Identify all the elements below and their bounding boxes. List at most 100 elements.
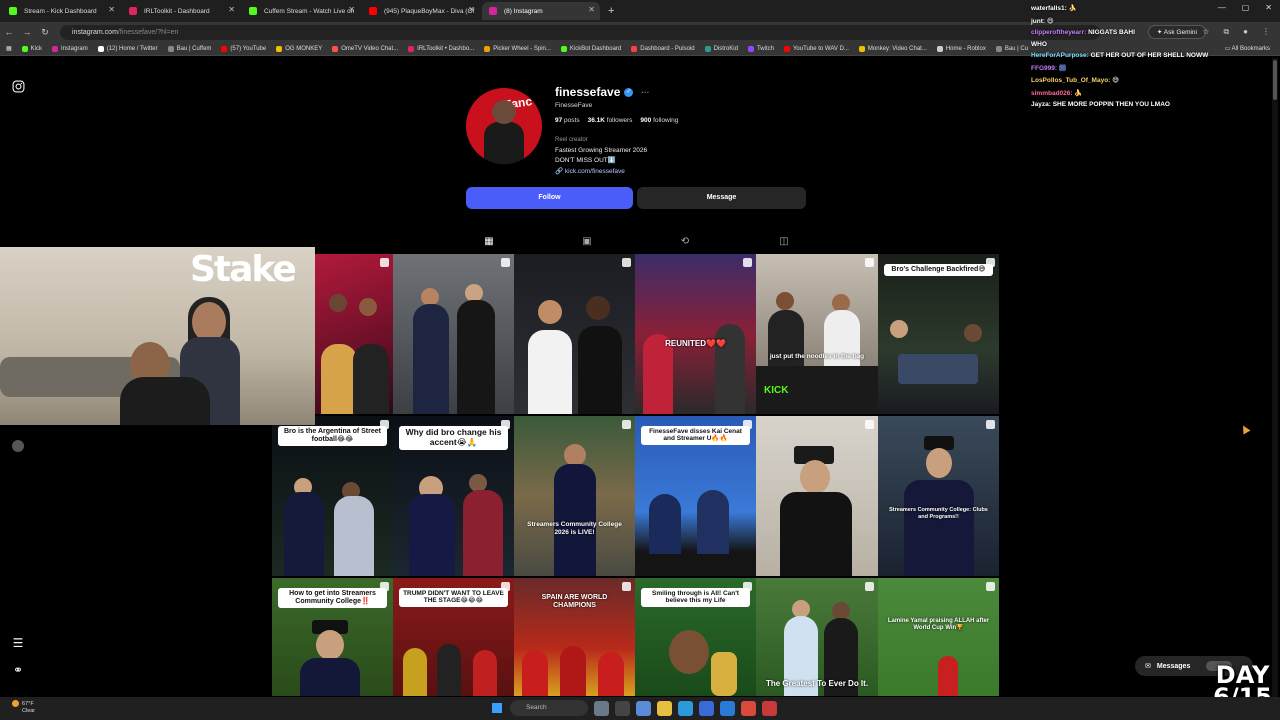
follow-button[interactable]: Follow [466,187,633,209]
post-tile[interactable]: Bro's Challenge Backfired😅 [878,254,999,414]
taskbar-search[interactable]: Search [510,700,588,716]
task-view-icon[interactable] [615,701,630,716]
bookmark-item[interactable]: OG MONKEY [276,45,322,52]
close-tab-icon[interactable]: ✕ [348,5,355,14]
post-tile[interactable] [756,416,878,576]
following-stat[interactable]: 900 following [640,117,678,124]
page-scrollbar[interactable] [1272,58,1278,698]
reload-icon[interactable]: ↻ [36,27,54,38]
store-icon[interactable] [699,701,714,716]
tile-figure [463,490,503,576]
close-tab-icon[interactable]: ✕ [588,5,595,14]
weather-widget[interactable]: 67°F Clear [12,700,35,715]
bookmark-item[interactable]: (12) Home / Twitter [97,45,158,52]
bookmark-item[interactable]: YouTube to WAV D... [783,45,849,52]
post-tile[interactable] [514,254,635,414]
post-caption: FinesseFave disses Kai Cenat and Streame… [641,426,750,445]
chrome-icon[interactable] [741,701,756,716]
reel-icon [865,258,874,267]
scrollbar-thumb[interactable] [1273,60,1277,100]
tile-figure-head [890,320,908,338]
tab-instagram[interactable]: (8) Instagram ✕ [482,2,600,20]
tile-figure [898,354,978,384]
url-field[interactable]: instagram.com/finessefave/?hl=en [60,24,1100,40]
bookmark-item[interactable]: IRLToolkit • Dashbo... [408,45,474,52]
post-tile[interactable]: How to get into Streamers Community Coll… [272,578,393,696]
profile-avatar-icon[interactable] [11,440,25,454]
hamburger-menu-icon[interactable]: ☰ [11,636,25,650]
post-tile[interactable]: REUNITED❤️❤️ [635,254,756,414]
post-tile[interactable]: Streamers Community College: Clubs and P… [878,416,999,576]
widgets-icon[interactable] [594,701,609,716]
stream-chat-overlay: waterfalls1: 🍌 junt: 😄 clipperoftheyearr… [1031,4,1271,113]
bookmark-item[interactable]: KickBot Dashboard [560,45,621,52]
post-tile[interactable]: SPAIN ARE WORLD CHAMPIONS [514,578,635,696]
instagram-logo-icon[interactable] [11,80,25,94]
bookmark-item[interactable]: Kick [21,45,42,52]
bookmark-item[interactable]: Monkey: Video Chat... [858,45,927,52]
chat-message: WHO [1031,40,1047,48]
bookmark-item[interactable]: Dashboard - Pulsoid [631,45,695,52]
bookmark-item[interactable]: Bau | Cuffem [167,45,211,52]
profile-avatar[interactable]: Fanc [466,88,542,164]
post-tile[interactable]: Streamers Community College 2026 is LIVE… [514,416,635,576]
followers-stat[interactable]: 36.1K followers [588,117,633,124]
post-tile[interactable] [315,254,393,414]
post-tile[interactable]: Smiling through is All! Can't believe th… [635,578,756,696]
new-tab-icon[interactable]: + [608,5,614,17]
tab-irltoolkit[interactable]: IRLToolkit - Dashboard ✕ [122,2,240,20]
posts-grid-tab-icon[interactable]: ▦ [482,235,496,249]
tile-figure-head [669,630,709,674]
post-tile[interactable]: FinesseFave disses Kai Cenat and Streame… [635,416,756,576]
close-tab-icon[interactable]: ✕ [228,5,235,14]
post-caption: Smiling through is All! Can't believe th… [641,588,750,607]
also-from-meta-icon[interactable]: ⚭ [11,663,25,677]
reposts-tab-icon[interactable]: ⟲ [678,235,692,249]
forward-icon[interactable]: → [18,27,36,37]
tab-kick-dashboard[interactable]: Stream - Kick Dashboard ✕ [2,2,120,20]
copilot-icon[interactable] [636,701,651,716]
options-dots-icon[interactable]: ··· [641,88,649,97]
tile-figure [711,652,737,696]
roblox-bookmark-icon [936,45,943,52]
bookmark-item[interactable]: (57) YouTube [221,45,266,52]
mouse-cursor-icon [1239,423,1251,435]
tile-figure-head [359,298,377,316]
post-tile[interactable]: Lamine Yamal praising ALLAH after World … [878,578,999,696]
post-tile[interactable]: TRUMP DIDN'T WANT TO LEAVE THE STAGE😂😂😂 [393,578,514,696]
close-tab-icon[interactable]: ✕ [468,5,475,14]
bookmark-item[interactable]: OmeTV Video Chat... [332,45,398,52]
post-tile[interactable]: just put the noodles in the bag KICK [756,254,878,414]
back-icon[interactable]: ← [0,27,18,37]
tile-figure [522,650,548,696]
bookmark-item[interactable]: DistroKid [704,45,738,52]
post-caption: Bro's Challenge Backfired😅 [884,264,993,277]
tagged-tab-icon[interactable]: ◫ [777,235,791,249]
post-tile[interactable] [393,254,514,414]
post-tile[interactable]: The Greatest To Ever Do It. [756,578,878,696]
bookmark-item[interactable]: Home - Roblox [936,45,986,52]
mail-icon[interactable] [720,701,735,716]
windows-start-icon[interactable] [492,703,502,713]
app-icon[interactable] [762,701,777,716]
message-button[interactable]: Message [637,187,806,209]
post-tile[interactable]: Bro is the Argentina of Street football😂… [272,416,393,576]
edge-icon[interactable] [678,701,693,716]
tab-cuffem-stream[interactable]: Cuffem Stream - Watch Live on ✕ [242,2,360,20]
close-tab-icon[interactable]: ✕ [108,5,115,14]
profile-link[interactable]: 🔗 kick.com/finessefave [555,167,625,175]
bookmark-item[interactable]: Twitch [747,45,774,52]
profile-stats: 97 posts 36.1K followers 900 following [555,117,678,124]
post-tile[interactable]: Why did bro change his accent😭🙏 [393,416,514,576]
reels-tab-icon[interactable]: ▣ [580,235,594,249]
apps-grid-icon[interactable]: ▦ [6,45,12,52]
tab-youtube-plaqueboymax[interactable]: (945) PlaqueBoyMax - Diva (Of ✕ [362,2,480,20]
reel-icon [986,258,995,267]
bookmark-item[interactable]: Instagram [52,45,88,52]
profile-category: Reel creator [555,137,588,143]
file-explorer-icon[interactable] [657,701,672,716]
tile-figure [334,496,374,576]
tile-figure-head [776,292,794,310]
bookmark-item[interactable]: Picker Wheel - Spin... [484,45,551,52]
bookmark-item[interactable]: Bau | Cu [995,45,1028,52]
